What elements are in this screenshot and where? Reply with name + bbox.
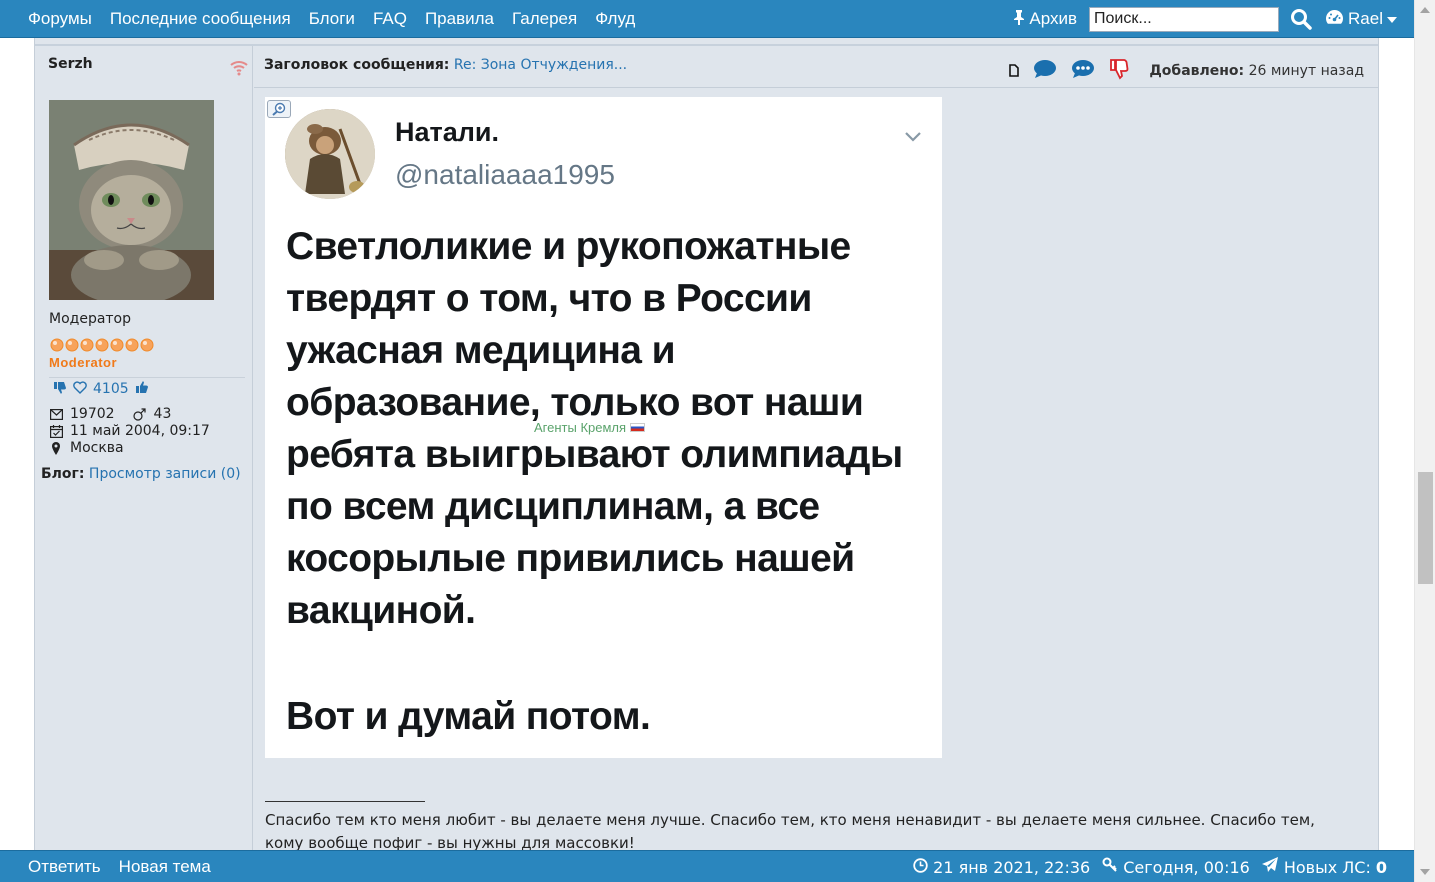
nav-forums[interactable]: Форумы — [28, 9, 92, 29]
location-row: Москва — [49, 440, 124, 456]
nav-latest-posts[interactable]: Последние сообщения — [110, 9, 291, 29]
location-value: Москва — [70, 440, 124, 456]
nav-right: Архив Rael — [1013, 0, 1414, 38]
dislike-icon[interactable] — [1109, 58, 1129, 84]
today: Сегодня, 00:16 — [1102, 857, 1250, 877]
reputation: 4105 — [53, 380, 149, 398]
clock-icon — [913, 857, 928, 877]
blog-link[interactable]: Просмотр записи (0) — [89, 466, 241, 482]
caret-down-icon — [1387, 9, 1397, 29]
page-scrollbar[interactable] — [1414, 0, 1435, 882]
tweet-line: ужасная медицина и — [286, 329, 676, 372]
nav-faq[interactable]: FAQ — [373, 9, 407, 29]
nav-blogs[interactable]: Блоги — [309, 9, 355, 29]
signature-line-1: Спасибо тем кто меня любит - вы делаете … — [265, 811, 1315, 829]
search-input[interactable] — [1089, 6, 1280, 32]
reply-button[interactable]: Ответить — [28, 857, 101, 877]
map-marker-icon — [49, 441, 63, 455]
bottom-status: 21 янв 2021, 22:36 Сегодня, 00:16 Новых … — [913, 851, 1387, 882]
online-status-icon — [229, 58, 249, 80]
rank-label: Moderator — [49, 355, 118, 370]
today-time: Сегодня, 00:16 — [1123, 857, 1250, 877]
male-icon — [133, 407, 147, 421]
zoom-icon[interactable] — [267, 100, 291, 118]
new-pm-count: 0 — [1375, 857, 1387, 877]
rank-badge: Moderator — [49, 337, 159, 373]
joined-date: 11 май 2004, 09:17 — [70, 423, 210, 439]
joined-row: 11 май 2004, 09:17 — [49, 423, 210, 439]
tweet-line: по всем дисциплинам, а все — [286, 485, 820, 528]
thumbs-down-icon[interactable] — [53, 381, 67, 398]
scroll-up-arrow-icon[interactable] — [1420, 7, 1430, 13]
age-value: 43 — [153, 406, 172, 422]
key-icon — [1102, 857, 1118, 877]
signature-divider — [265, 801, 425, 802]
post-subject: Заголовок сообщения: Re: Зона Отчуждения… — [264, 57, 627, 73]
scrollbar-thumb[interactable] — [1418, 472, 1433, 584]
tweet-line: Светлоликие и рукопожатные — [286, 225, 851, 268]
user-menu[interactable]: Rael — [1325, 9, 1397, 30]
subject-link[interactable]: Re: Зона Отчуждения... — [454, 57, 627, 73]
chevron-down-icon — [904, 127, 922, 146]
tweet-author-handle: @nataliaaaa1995 — [395, 159, 615, 190]
heart-icon — [73, 380, 87, 398]
last-visit: 21 янв 2021, 22:36 — [913, 858, 1090, 877]
new-topic-button[interactable]: Новая тема — [119, 857, 211, 877]
archive-label: Архив — [1029, 9, 1078, 28]
tweet-last-line: Вот и думай потом. — [286, 695, 651, 738]
author-title: Модератор — [49, 311, 132, 327]
archive-link[interactable]: Архив — [1013, 9, 1077, 30]
thumbs-up-icon[interactable] — [135, 380, 149, 398]
tweet-line: косорылые привились нашей — [286, 537, 855, 580]
envelope-icon — [49, 407, 63, 421]
subject-label: Заголовок сообщения: — [264, 57, 450, 73]
tweet-line: твердят о том, что в России — [286, 277, 812, 320]
tweet-author-name: Натали. — [395, 117, 500, 147]
watermark: Агенты Кремля — [534, 420, 646, 435]
bottom-bar: Ответить Новая тема 21 янв 2021, 22:36 С… — [0, 850, 1414, 882]
divider — [49, 377, 245, 378]
tweet-line: вакциной. — [286, 589, 476, 632]
scroll-down-arrow-icon[interactable] — [1420, 869, 1430, 875]
nav-flood[interactable]: Флуд — [595, 9, 635, 29]
reply-icon[interactable] — [1033, 59, 1057, 83]
paper-plane-icon — [1261, 857, 1279, 877]
new-pm-label: Новых ЛС: — [1283, 857, 1371, 877]
main-nav: Форумы Последние сообщения Блоги FAQ Пра… — [19, 0, 644, 38]
user-name: Rael — [1348, 9, 1383, 28]
added-info: Добавлено: 26 минут назад — [1149, 63, 1364, 79]
nav-rules[interactable]: Правила — [425, 9, 494, 29]
nav-gallery[interactable]: Галерея — [512, 9, 577, 29]
permalink-icon[interactable] — [1009, 62, 1020, 81]
pin-icon — [1013, 9, 1025, 30]
post-header: Заголовок сообщения: Re: Зона Отчуждения… — [254, 46, 1378, 88]
new-pm[interactable]: Новых ЛС: 0 — [1261, 857, 1387, 877]
reputation-value: 4105 — [93, 381, 129, 397]
posts-count: 19702 — [70, 406, 115, 422]
tweet-avatar — [285, 109, 375, 199]
blog-label: Блог: — [41, 466, 85, 482]
posts-count-row: 19702 43 — [49, 406, 171, 422]
post: Serzh Модератор Moderator 4105 19702 43 … — [34, 38, 1379, 852]
author-username[interactable]: Serzh — [48, 56, 93, 72]
post-image[interactable]: Натали. @nataliaaaa1995 Светлоликие и ру… — [265, 97, 942, 758]
russian-flag-icon — [630, 423, 646, 432]
author-panel: Serzh Модератор Moderator 4105 19702 43 … — [35, 46, 253, 850]
added-label: Добавлено: — [1149, 63, 1245, 79]
last-visit-time: 21 янв 2021, 22:36 — [933, 857, 1091, 877]
top-navbar: Форумы Последние сообщения Блоги FAQ Пра… — [0, 0, 1414, 38]
added-time: 26 минут назад — [1248, 63, 1364, 79]
dashboard-icon — [1325, 9, 1344, 30]
post-actions: Добавлено: 26 минут назад — [1009, 58, 1364, 84]
bottom-actions: Ответить Новая тема — [19, 851, 220, 882]
avatar[interactable] — [49, 100, 214, 300]
tweet-line: ребята выигрывают олимпиады — [286, 433, 903, 476]
watermark-text: Агенты Кремля — [534, 420, 627, 435]
blog-row: Блог: Просмотр записи (0) — [41, 466, 241, 482]
search-icon[interactable] — [1289, 7, 1313, 31]
calendar-icon — [49, 424, 63, 438]
quote-icon[interactable] — [1071, 59, 1095, 83]
